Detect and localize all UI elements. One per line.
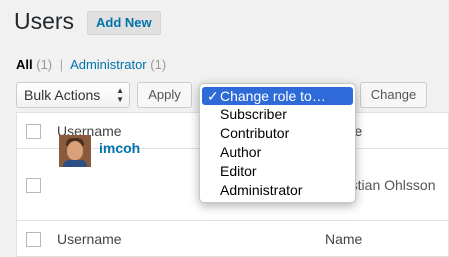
change-role-button[interactable]: Change [360,82,427,108]
row-checkbox[interactable] [26,177,41,193]
apply-button[interactable]: Apply [137,82,192,108]
avatar [59,135,91,167]
role-option-administrator[interactable]: Administrator [202,181,353,199]
change-role-dropdown[interactable]: ✓ Change role to… Subscriber Contributor… [199,83,356,203]
checkmark-icon: ✓ [207,88,219,104]
filter-administrator-count: (1) [150,57,167,72]
column-username-footer[interactable]: Username [57,221,325,257]
filter-separator: | [59,57,64,72]
role-filter-links: All (1) | Administrator (1) [16,57,166,72]
role-option-subscriber[interactable]: Subscriber [202,105,353,123]
username-link[interactable]: imcoh [99,140,140,156]
role-option-editor[interactable]: Editor [202,162,353,180]
column-name-footer[interactable]: Name [325,221,449,257]
bulk-actions-label: Bulk Actions [24,87,101,103]
page-title: Users [14,8,75,34]
role-option-author[interactable]: Author [202,143,353,161]
select-all-checkbox-footer[interactable] [26,231,41,247]
role-option-change-role[interactable]: ✓ Change role to… [202,87,353,105]
select-arrows-icon: ▲ ▼ [116,86,124,104]
filter-all-link[interactable]: All [16,57,33,72]
filter-all-count: (1) [36,57,53,72]
table-footer-row: Username Name [16,220,449,257]
role-option-contributor[interactable]: Contributor [202,124,353,142]
filter-administrator-link[interactable]: Administrator [70,57,147,72]
select-all-checkbox[interactable] [26,123,41,139]
add-new-button[interactable]: Add New [87,11,161,35]
bulk-actions-select[interactable]: Bulk Actions ▲ ▼ [16,82,130,108]
